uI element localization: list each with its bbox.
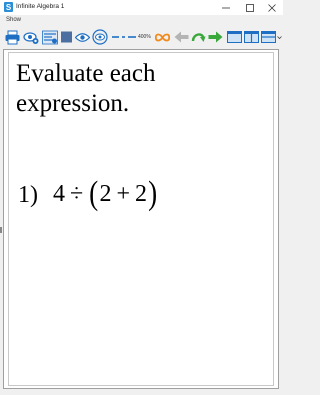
svg-text:S: S [6, 3, 12, 12]
line-spacing-button[interactable] [111, 28, 136, 46]
two-page-button[interactable] [243, 28, 259, 46]
window-title: Infinite Algebra 1 [16, 3, 65, 10]
window-edge-marker [0, 227, 2, 233]
eye-settings-icon [23, 31, 39, 44]
line-spacing-icon [111, 36, 136, 38]
toolbar-overflow-button[interactable] [277, 28, 282, 46]
layout-settings-button[interactable] [41, 28, 58, 46]
square-button[interactable] [60, 28, 73, 46]
maximize-icon [246, 3, 254, 12]
undo-icon [191, 33, 205, 42]
plus-sign: + [116, 181, 131, 207]
back-arrow-icon [174, 31, 188, 43]
app-window: S Infinite Algebra 1 Show 400% Evaluate … [0, 0, 283, 395]
square-icon [61, 31, 72, 43]
single-page-button[interactable] [226, 28, 242, 46]
forward-arrow-icon [208, 31, 222, 43]
problem-expression: 4 ÷ ( 2 + 2 ) [53, 174, 158, 214]
two-page-icon [243, 31, 259, 43]
undo-button[interactable] [190, 28, 206, 46]
forward-button[interactable] [207, 28, 223, 46]
close-icon [268, 3, 276, 12]
layout-settings-icon [41, 30, 58, 44]
operand-c: 2 [135, 181, 148, 207]
close-button[interactable] [261, 0, 283, 15]
worksheet-page: Evaluate each expression. 1) 4 ÷ ( 2 + 2… [8, 52, 274, 386]
worksheet-instructions: Evaluate each expression. [16, 59, 266, 119]
document-viewport[interactable]: Evaluate each expression. 1) 4 ÷ ( 2 + 2… [3, 49, 279, 389]
title-bar[interactable]: S Infinite Algebra 1 [0, 0, 283, 15]
menu-item-show[interactable]: Show [6, 16, 21, 25]
infinity-button[interactable] [154, 28, 170, 46]
divide-sign: ÷ [70, 181, 84, 207]
eye-icon [74, 32, 90, 42]
print-button[interactable] [4, 28, 20, 46]
single-page-icon [226, 31, 242, 43]
eye-cycle-icon [91, 29, 108, 45]
toolbar: 400% [0, 26, 283, 48]
eye-settings-button[interactable] [22, 28, 40, 46]
instructions-line-2: expression. [16, 90, 130, 117]
close-paren: ) [148, 175, 158, 212]
app-logo-icon: S [4, 2, 13, 12]
problem-number: 1) [18, 182, 38, 208]
minimize-button[interactable] [215, 0, 237, 15]
open-paren: ( [89, 175, 99, 212]
overflow-chevron-icon [277, 35, 282, 39]
operand-b: 2 [99, 181, 112, 207]
instructions-line-1: Evaluate each [16, 60, 156, 87]
stacked-page-icon [260, 31, 276, 43]
zoom-level[interactable]: 400% [138, 34, 151, 40]
operand-a: 4 [53, 181, 65, 207]
eye-cycle-button[interactable] [91, 28, 108, 46]
maximize-button[interactable] [239, 0, 261, 15]
back-button[interactable] [173, 28, 189, 46]
stacked-page-button[interactable] [260, 28, 276, 46]
printer-icon [5, 30, 19, 44]
menu-bar: Show [0, 15, 283, 26]
view-button[interactable] [74, 28, 90, 46]
infinity-icon [154, 33, 170, 41]
minimize-icon [222, 7, 230, 8]
